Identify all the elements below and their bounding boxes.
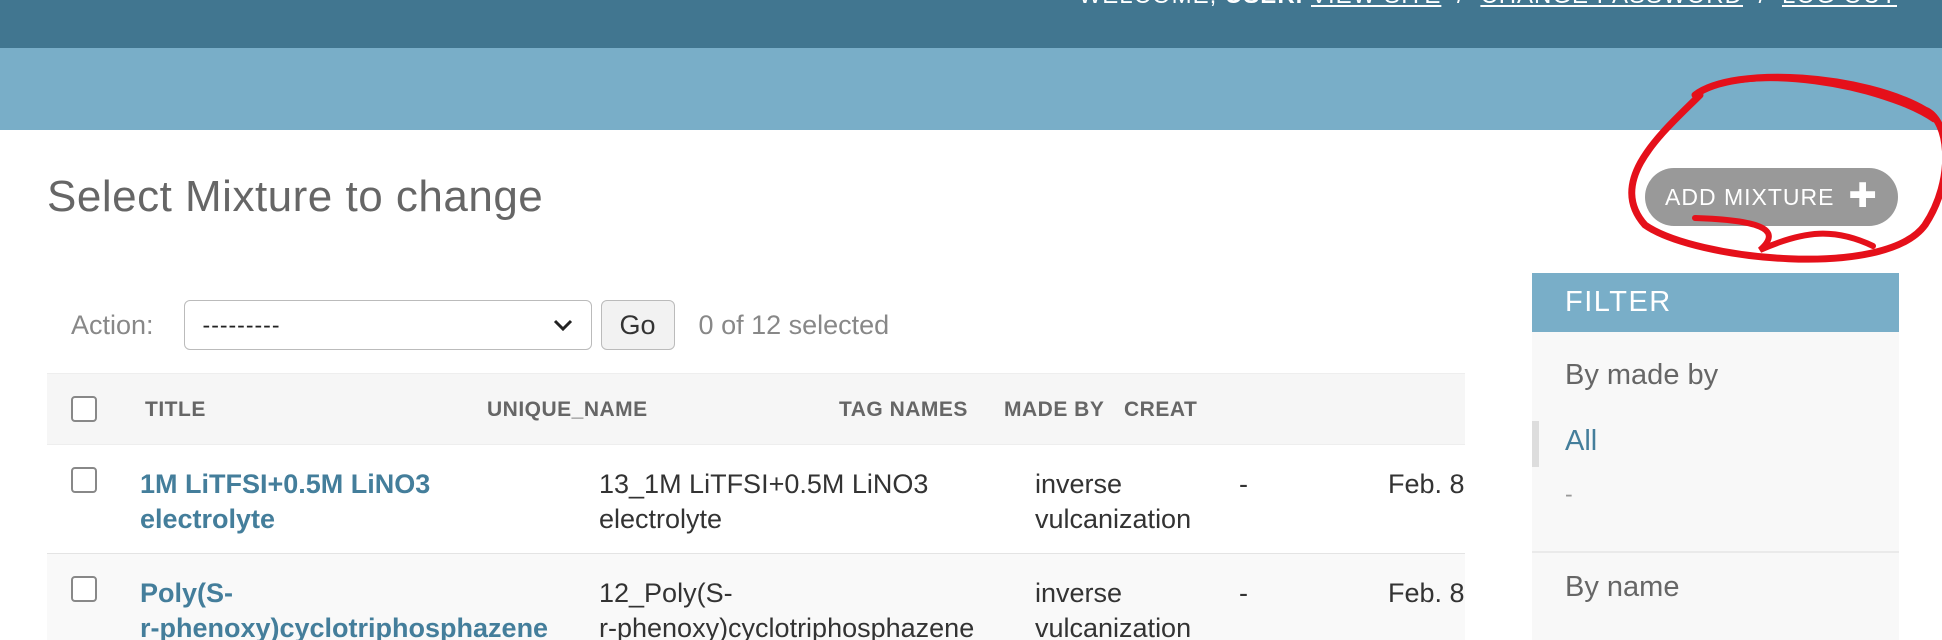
username: USER. [1225,0,1303,9]
go-button[interactable]: Go [600,300,675,350]
change-password-link[interactable]: CHANGE PASSWORD [1480,0,1743,9]
title-line: electrolyte [140,504,276,534]
unique-name-line: electrolyte [599,504,723,534]
add-mixture-button[interactable]: ADD MIXTURE ✚ [1645,168,1898,226]
column-header-made-by[interactable]: MADE BY [1004,398,1104,422]
site-header: WELCOME, USER. VIEW SITE / CHANGE PASSWO… [0,0,1942,48]
tag-line: inverse [1035,578,1123,608]
filter-section-name: By name [1565,571,1680,603]
add-mixture-label: ADD MIXTURE [1665,183,1835,210]
page-title: Select Mixture to change [47,172,544,221]
unique-name-cell: 12_Poly(S- r-phenoxy)cyclotriphosphazene [599,576,974,640]
unique-name-line: 13_1M LiTFSI+0.5M LiNO3 [599,469,929,499]
user-tools: WELCOME, USER. VIEW SITE / CHANGE PASSWO… [1079,0,1897,10]
row-checkbox[interactable] [71,467,97,493]
breadcrumbs-bar [0,48,1942,130]
view-site-link[interactable]: VIEW SITE [1311,0,1441,9]
filter-heading: FILTER [1532,273,1899,332]
log-out-link[interactable]: LOG OUT [1782,0,1897,9]
row-title-link[interactable]: Poly(S- r-phenoxy)cyclotriphosphazene [140,576,548,640]
table-row: 1M LiTFSI+0.5M LiNO3 electrolyte 13_1M L… [47,445,1465,554]
filter-option-all[interactable]: All [1565,425,1597,458]
created-cell: Feb. 8 [1388,469,1465,499]
column-header-created[interactable]: CREAT [1124,398,1197,422]
selected-filter-marker [1532,421,1539,467]
row-checkbox[interactable] [71,576,97,602]
made-by-cell: - [1239,578,1248,608]
created-cell: Feb. 8 [1388,578,1465,608]
tag-line: vulcanization [1035,504,1192,534]
title-line: Poly(S- [140,578,234,608]
chevron-down-icon [553,319,572,331]
unique-name-line: r-phenoxy)cyclotriphosphazene [599,613,975,640]
title-line: 1M LiTFSI+0.5M LiNO3 [140,469,431,499]
column-header-tag-names[interactable]: TAG NAMES [839,398,968,422]
action-select-value: --------- [202,311,281,338]
action-select[interactable]: --------- [183,300,592,350]
row-title-link[interactable]: 1M LiTFSI+0.5M LiNO3 electrolyte [140,467,430,537]
tag-names-cell: inverse vulcanization [1035,467,1191,537]
column-header-unique-name[interactable]: UNIQUE_NAME [487,398,648,422]
tag-line: vulcanization [1035,613,1192,640]
filter-option-dash[interactable]: - [1565,481,1573,508]
actions-bar: Action: --------- Go 0 of 12 selected [47,298,889,352]
tag-names-cell: inverse vulcanization [1035,576,1191,640]
filter-divider [1532,551,1899,553]
made-by-cell: - [1239,469,1248,499]
title-line: r-phenoxy)cyclotriphosphazene [140,613,549,640]
column-header-title[interactable]: TITLE [145,398,206,422]
tag-line: inverse [1035,469,1123,499]
welcome-text: WELCOME, [1079,0,1218,9]
select-all-checkbox[interactable] [71,396,97,422]
filter-sidebar: FILTER By made by All - By name [1532,273,1899,640]
table-row: Poly(S- r-phenoxy)cyclotriphosphazene 12… [47,554,1465,640]
table-header: TITLE UNIQUE_NAME TAG NAMES MADE BY CREA… [47,373,1465,445]
unique-name-cell: 13_1M LiTFSI+0.5M LiNO3 electrolyte [599,467,928,537]
separator: / [1457,0,1465,9]
plus-icon: ✚ [1848,176,1878,215]
selection-counter: 0 of 12 selected [698,309,890,340]
action-label: Action: [71,309,154,340]
filter-section-made-by: By made by [1565,359,1719,391]
unique-name-line: 12_Poly(S- [599,578,733,608]
separator: / [1759,0,1767,9]
results-table: TITLE UNIQUE_NAME TAG NAMES MADE BY CREA… [47,373,1465,640]
